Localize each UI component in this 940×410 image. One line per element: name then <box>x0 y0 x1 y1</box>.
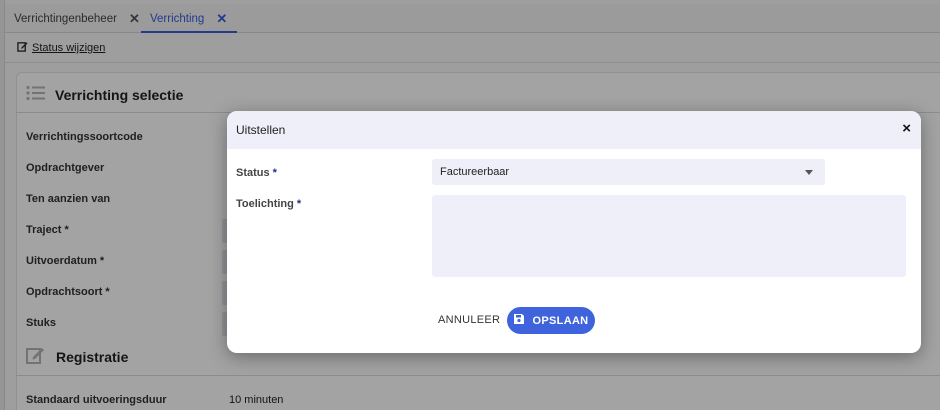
save-icon <box>513 314 524 327</box>
uitstellen-dialog: Uitstellen × Status * Factureerbaar Toeli… <box>227 111 921 353</box>
status-selected-value: Factureerbaar <box>440 166 510 178</box>
dialog-title: Uitstellen <box>236 123 286 137</box>
status-select[interactable]: Factureerbaar <box>432 159 825 185</box>
cancel-button[interactable]: ANNULEER <box>438 308 500 332</box>
close-icon[interactable]: × <box>902 121 911 137</box>
save-button[interactable]: OPSLAAN <box>507 307 595 334</box>
dialog-header: Uitstellen × <box>227 111 921 149</box>
toelichting-textarea[interactable] <box>432 195 906 277</box>
save-button-label: OPSLAAN <box>532 314 589 327</box>
toelichting-label: Toelichting * <box>236 198 302 210</box>
status-label: Status * <box>236 167 277 179</box>
chevron-down-icon <box>805 170 813 175</box>
